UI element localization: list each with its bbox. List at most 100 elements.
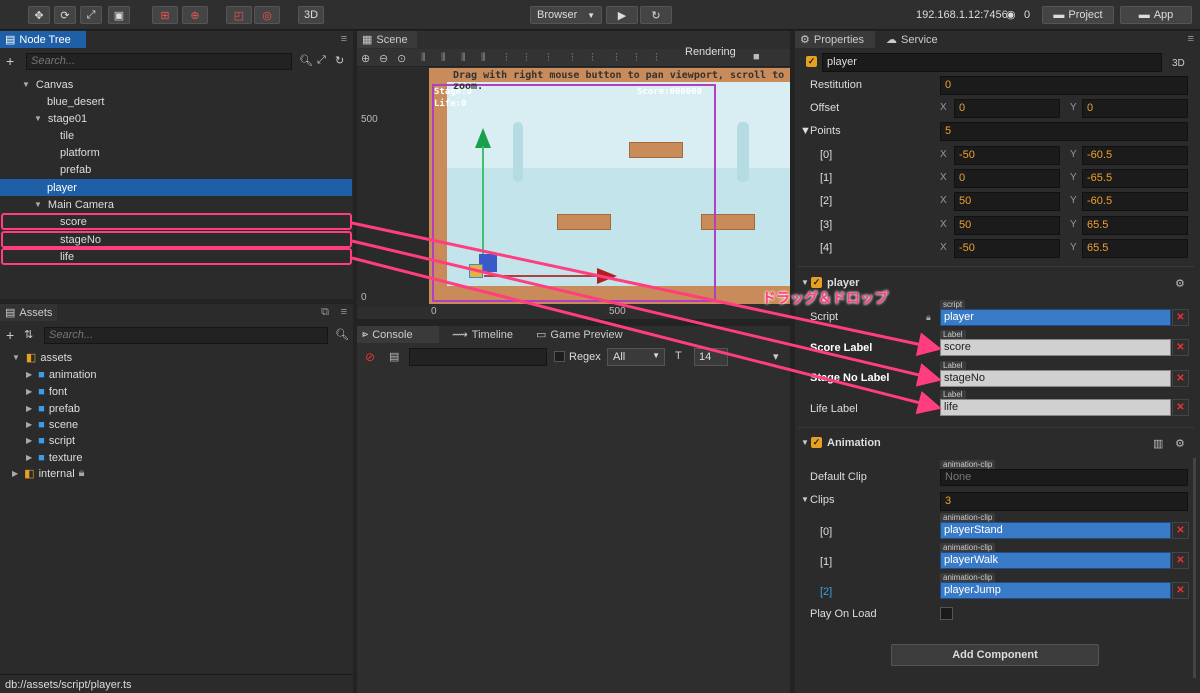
collapse-caret[interactable]: ▼ xyxy=(801,438,809,447)
gear-icon[interactable]: ⚙ xyxy=(1175,437,1185,450)
rect-tool-icon[interactable]: ▣ xyxy=(108,6,130,24)
x-axis-arrow-icon[interactable] xyxy=(597,268,617,284)
asset-item-animation[interactable]: ▶ ■ animation xyxy=(0,366,352,383)
offset-y-input[interactable]: 0 xyxy=(1082,99,1188,118)
log-level-select[interactable]: All ▼ xyxy=(607,348,665,366)
log-icon[interactable]: ▤ xyxy=(389,350,399,363)
book-icon[interactable]: ▥ xyxy=(1153,437,1163,450)
points-count-input[interactable]: 5 xyxy=(940,122,1188,141)
clear-icon[interactable]: ✕ xyxy=(1172,552,1189,569)
point-y-input[interactable]: 65.5 xyxy=(1082,239,1188,258)
clip-field[interactable]: playerWalk xyxy=(940,552,1171,569)
local-icon[interactable]: ⊕ xyxy=(182,6,208,24)
tab-assets[interactable]: ▤ Assets xyxy=(0,304,58,321)
app-button[interactable]: ▬ App xyxy=(1120,6,1192,24)
search-icon[interactable]: 🔍︎ xyxy=(335,328,349,341)
search-icon[interactable]: 🔍︎ xyxy=(299,54,313,67)
asset-item-font[interactable]: ▶ ■ font xyxy=(0,383,352,400)
rotate-tool-icon[interactable]: ⟳ xyxy=(54,6,76,24)
node-search-input[interactable]: Search... xyxy=(26,53,292,70)
tab-node-tree[interactable]: ▤ Node Tree xyxy=(0,31,86,48)
clear-icon[interactable]: ✕ xyxy=(1172,582,1189,599)
rendering-select[interactable]: Rendering xyxy=(685,46,736,58)
asset-item-assets[interactable]: ▼ ◧ assets xyxy=(0,349,352,366)
add-asset-icon[interactable]: + xyxy=(6,327,14,343)
clear-icon[interactable]: ✕ xyxy=(1172,370,1189,387)
align-icon[interactable]: ⫶ xyxy=(547,52,550,65)
point-x-input[interactable]: 0 xyxy=(954,169,1060,188)
align-icon[interactable]: ⫶ xyxy=(591,52,594,65)
tree-item-blue-desert[interactable]: blue_desert xyxy=(0,93,352,110)
tree-item-prefab[interactable]: prefab xyxy=(0,161,352,178)
menu-icon[interactable]: ≡ xyxy=(341,306,347,318)
tree-item-stage01[interactable]: ▼ stage01 xyxy=(0,110,352,127)
align-icon[interactable]: ⫶ xyxy=(655,52,658,65)
restitution-input[interactable]: 0 xyxy=(940,76,1188,95)
align-icon[interactable]: ⫶ xyxy=(615,52,618,65)
align-icon[interactable]: ⫶ xyxy=(525,52,528,65)
collapse-caret[interactable]: ▼ xyxy=(801,278,809,287)
script-field[interactable]: player xyxy=(940,309,1171,326)
point-x-input[interactable]: 50 xyxy=(954,192,1060,211)
score-label-field[interactable]: score xyxy=(940,339,1171,356)
scale-tool-icon[interactable]: ⤢ xyxy=(80,6,102,24)
point-x-input[interactable]: 50 xyxy=(954,216,1060,235)
tree-item-player[interactable]: player xyxy=(0,179,352,196)
zoom-out-icon[interactable]: ⊖ xyxy=(379,52,388,65)
menu-icon[interactable]: ≡ xyxy=(1188,33,1194,45)
point-y-input[interactable]: -65.5 xyxy=(1082,169,1188,188)
clear-icon[interactable]: ✕ xyxy=(1172,399,1189,416)
asset-item-scene[interactable]: ▶ ■ scene xyxy=(0,416,352,433)
point-x-input[interactable]: -50 xyxy=(954,146,1060,165)
font-size-select[interactable]: 14 xyxy=(694,348,728,366)
default-clip-field[interactable]: None xyxy=(940,469,1188,486)
offset-x-input[interactable]: 0 xyxy=(954,99,1060,118)
console-filter-input[interactable] xyxy=(409,348,547,366)
camera-icon[interactable]: ■ xyxy=(753,51,760,63)
point-y-input[interactable]: 65.5 xyxy=(1082,216,1188,235)
clear-icon[interactable]: ⊘ xyxy=(365,350,375,364)
clip-field[interactable]: playerStand xyxy=(940,522,1171,539)
align-icon[interactable]: ⫶ xyxy=(571,52,574,65)
asset-item-internal[interactable]: ▶ ◧ internal 🔒︎ xyxy=(0,465,352,482)
tab-console[interactable]: ⩺ Console xyxy=(357,326,439,343)
tree-item-main-camera[interactable]: ▼ Main Camera xyxy=(0,196,352,213)
gizmo-icon[interactable]: ◎ xyxy=(254,6,280,24)
clips-caret[interactable]: ▼ xyxy=(801,495,809,504)
clear-icon[interactable]: ✕ xyxy=(1172,339,1189,356)
3d-toggle[interactable]: 3D xyxy=(298,6,324,24)
scrollbar[interactable] xyxy=(1193,458,1196,678)
asset-item-texture[interactable]: ▶ ■ texture xyxy=(0,449,352,466)
align-icon[interactable]: ⫶ xyxy=(505,52,508,65)
add-node-icon[interactable]: + xyxy=(6,53,14,69)
asset-search-input[interactable]: Search... xyxy=(44,327,328,344)
asset-item-script[interactable]: ▶ ■ script xyxy=(0,432,352,449)
tab-properties[interactable]: ⚙ Properties xyxy=(795,31,875,48)
add-component-button[interactable]: Add Component xyxy=(891,644,1099,666)
browser-select[interactable]: Browser ▼ xyxy=(530,6,602,24)
tab-timeline[interactable]: ⟿ Timeline xyxy=(447,326,518,343)
scene-viewport[interactable]: Stage:0 Life:0 Score:000000 xyxy=(429,68,790,304)
sort-icon[interactable]: ⇅ xyxy=(24,328,33,341)
menu-icon[interactable]: ≡ xyxy=(341,33,347,45)
component-enabled-checkbox[interactable]: ✓ xyxy=(811,437,822,448)
align-icon[interactable]: ⫴ xyxy=(441,52,446,65)
tab-game-preview[interactable]: ▭ Game Preview xyxy=(531,326,628,343)
dropdown-icon[interactable]: ▾ xyxy=(773,350,779,363)
refresh-icon[interactable]: ↻ xyxy=(335,54,344,67)
point-x-input[interactable]: -50 xyxy=(954,239,1060,258)
tab-scene[interactable]: ▦ Scene xyxy=(357,31,417,48)
align-icon[interactable]: ⫴ xyxy=(461,52,466,65)
play-on-load-checkbox[interactable] xyxy=(940,607,953,620)
snap-icon[interactable]: ◰ xyxy=(226,6,252,24)
life-label-field[interactable]: life xyxy=(940,399,1171,416)
pivot-icon[interactable]: ⊞ xyxy=(152,6,178,24)
expand-icon[interactable]: ⤢ xyxy=(317,54,326,67)
move-tool-icon[interactable]: ✥ xyxy=(28,6,50,24)
gear-icon[interactable]: ⚙ xyxy=(1175,277,1185,290)
tree-item-canvas[interactable]: ▼ Canvas xyxy=(0,76,352,93)
align-icon[interactable]: ⫴ xyxy=(481,52,486,65)
component-enabled-checkbox[interactable]: ✓ xyxy=(811,277,822,288)
refresh-button[interactable]: ↻ xyxy=(640,6,672,24)
tree-item-tile[interactable]: tile xyxy=(0,127,352,144)
